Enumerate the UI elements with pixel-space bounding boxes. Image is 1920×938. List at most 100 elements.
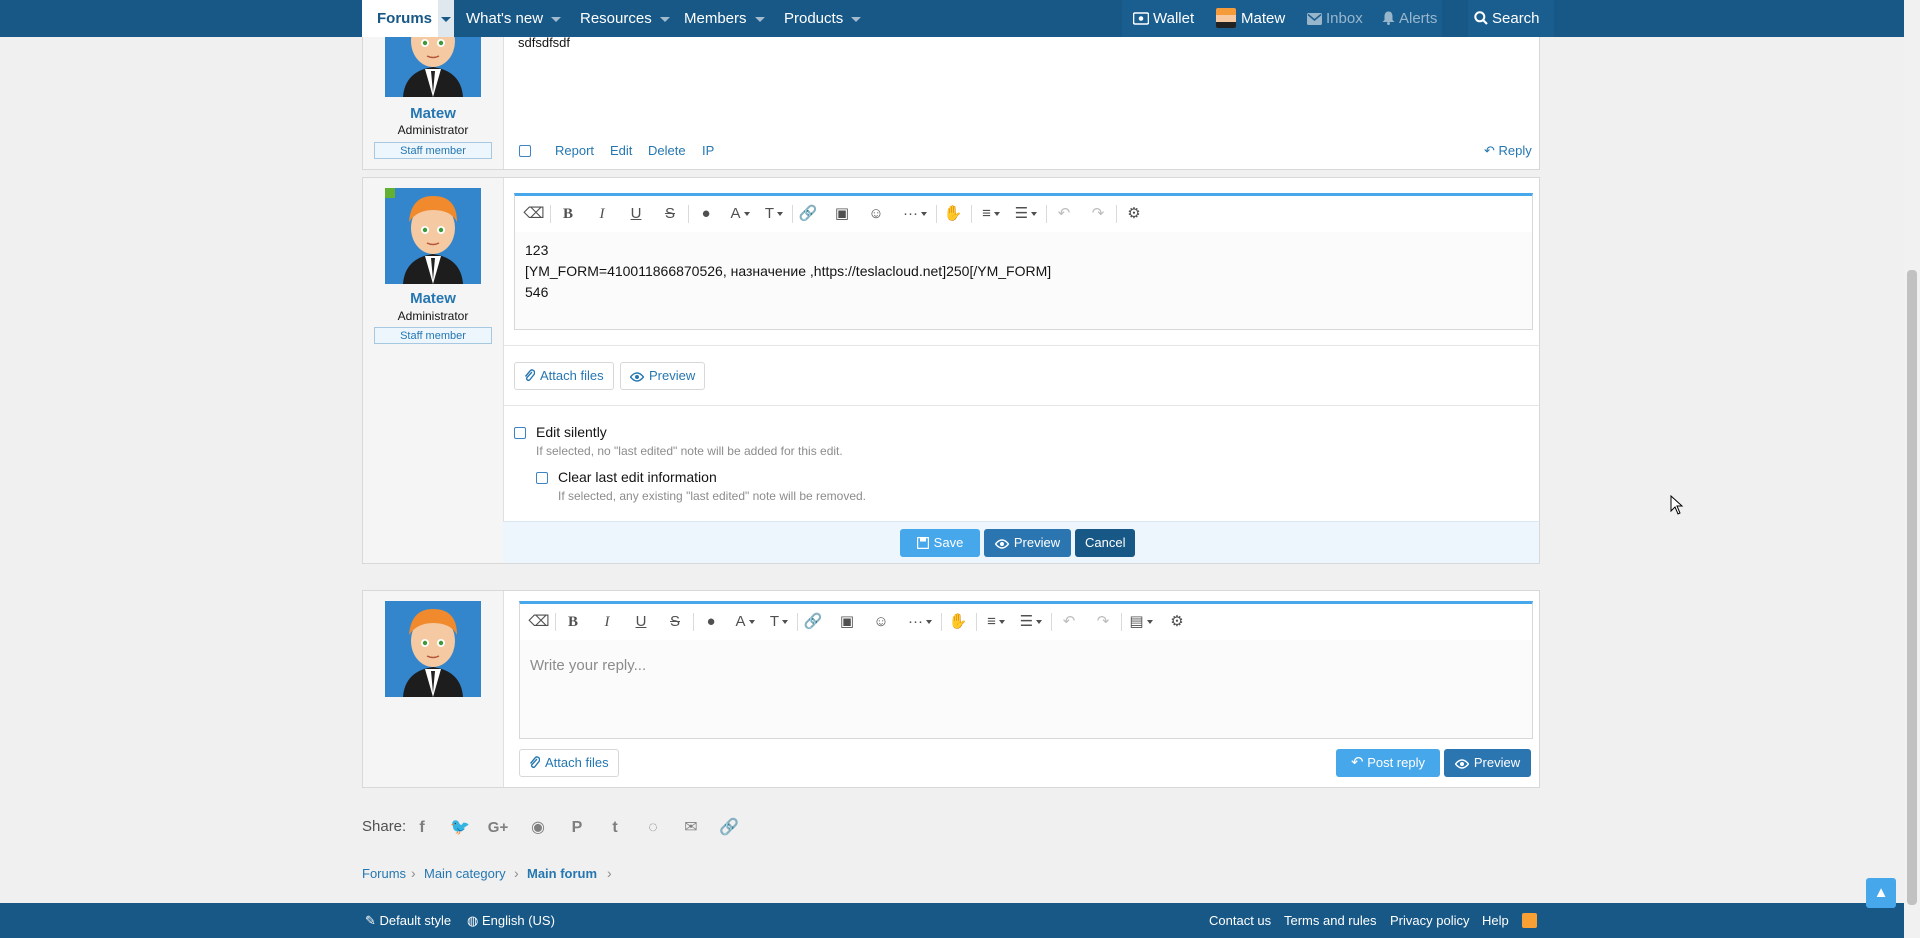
reply-link[interactable]: ↶ Reply: [1484, 143, 1532, 159]
terms-link[interactable]: Terms and rules: [1284, 903, 1376, 938]
ip-link[interactable]: IP: [702, 143, 714, 158]
tab-resources[interactable]: Resources: [580, 0, 670, 37]
delete-link[interactable]: Delete: [648, 143, 686, 158]
drafts-icon[interactable]: ▤: [1124, 604, 1158, 640]
language-chooser[interactable]: ◍ English (US): [467, 903, 555, 938]
clear-formatting-icon[interactable]: ⌫: [519, 196, 549, 232]
alerts-link[interactable]: Alerts: [1382, 0, 1437, 37]
font-size-icon[interactable]: T: [764, 604, 794, 640]
contact-us-link[interactable]: Contact us: [1209, 903, 1271, 938]
edit-editor: ⌫ B I U S ● A T 🔗 ▣ ☺ ··· ✋ ≡ ☰ ↶ ↷ ⚙ 12…: [514, 193, 1533, 330]
username[interactable]: Matew: [363, 290, 503, 307]
attach-files-button[interactable]: Attach files: [519, 749, 619, 777]
link-icon[interactable]: 🔗: [798, 604, 828, 640]
underline-icon[interactable]: U: [621, 196, 651, 232]
image-icon[interactable]: ▣: [827, 196, 857, 232]
redo-icon[interactable]: ↷: [1088, 604, 1118, 640]
clear-edit-checkbox[interactable]: [536, 472, 548, 484]
bold-icon[interactable]: B: [558, 604, 588, 640]
emoji-icon[interactable]: ☺: [861, 196, 891, 232]
strikethrough-icon[interactable]: S: [660, 604, 690, 640]
undo-icon[interactable]: ↶: [1049, 196, 1079, 232]
email-icon[interactable]: ✉: [679, 816, 703, 840]
privacy-link[interactable]: Privacy policy: [1390, 903, 1469, 938]
search-link[interactable]: Search: [1468, 0, 1554, 37]
inbox-link[interactable]: Inbox: [1307, 0, 1363, 37]
scrollbar-thumb[interactable]: [1907, 270, 1917, 905]
forums-menu-toggle[interactable]: [438, 0, 455, 37]
breadcrumb-main-forum[interactable]: Main forum: [527, 866, 597, 881]
attach-files-button[interactable]: Attach files: [514, 362, 614, 390]
list-icon[interactable]: ☰: [1014, 604, 1048, 640]
payment-icon[interactable]: ✋: [938, 196, 968, 232]
italic-icon[interactable]: I: [587, 196, 617, 232]
report-link[interactable]: Report: [555, 143, 594, 158]
tab-forums[interactable]: Forums: [362, 0, 455, 37]
tab-products[interactable]: Products: [784, 0, 862, 37]
image-icon[interactable]: ▣: [832, 604, 862, 640]
edit-link[interactable]: Edit: [610, 143, 632, 158]
pinterest-icon[interactable]: P: [565, 816, 589, 840]
preview-toggle-button[interactable]: Preview: [620, 362, 706, 390]
tab-whats-new[interactable]: What's new: [466, 0, 562, 37]
emoji-icon[interactable]: ☺: [866, 604, 896, 640]
twitter-icon[interactable]: 🐦: [448, 816, 472, 840]
bold-icon[interactable]: B: [553, 196, 583, 232]
breadcrumb-forums[interactable]: Forums: [362, 866, 406, 881]
wallet-link[interactable]: Wallet: [1132, 0, 1194, 37]
scrollbar[interactable]: [1904, 0, 1920, 938]
more-icon[interactable]: ···: [897, 196, 933, 232]
clear-edit-label[interactable]: Clear last edit information: [558, 469, 717, 485]
tumblr-icon[interactable]: t: [603, 816, 627, 840]
post-reply-button[interactable]: ↶ Post reply: [1336, 749, 1440, 777]
undo-icon[interactable]: ↶: [1054, 604, 1084, 640]
italic-icon[interactable]: I: [592, 604, 622, 640]
text-color-icon[interactable]: ●: [696, 604, 726, 640]
help-link[interactable]: Help: [1482, 903, 1509, 938]
strikethrough-icon[interactable]: S: [655, 196, 685, 232]
preview-button[interactable]: Preview: [1444, 749, 1531, 777]
font-size-icon[interactable]: T: [759, 196, 789, 232]
tab-members[interactable]: Members: [684, 0, 765, 37]
more-icon[interactable]: ···: [902, 604, 938, 640]
list-icon[interactable]: ☰: [1009, 196, 1043, 232]
avatar[interactable]: [385, 188, 481, 284]
align-icon[interactable]: ≡: [974, 196, 1008, 232]
underline-icon[interactable]: U: [626, 604, 656, 640]
select-post-checkbox[interactable]: [519, 145, 531, 157]
cancel-button[interactable]: Cancel: [1075, 529, 1135, 557]
edit-silently-label[interactable]: Edit silently: [536, 424, 607, 440]
gear-icon[interactable]: ⚙: [1119, 196, 1149, 232]
reply-textarea[interactable]: Write your reply...: [520, 640, 1532, 738]
payment-icon[interactable]: ✋: [943, 604, 973, 640]
style-label: Default style: [379, 913, 452, 928]
clear-formatting-icon[interactable]: ⌫: [524, 604, 554, 640]
scroll-to-top-button[interactable]: ▲: [1866, 878, 1896, 908]
font-family-icon[interactable]: A: [730, 604, 760, 640]
rss-icon[interactable]: [1522, 913, 1537, 928]
text-color-icon[interactable]: ●: [691, 196, 721, 232]
wallet-icon: [1132, 12, 1150, 25]
save-button[interactable]: Save: [900, 529, 980, 557]
google-plus-icon[interactable]: G+: [486, 816, 510, 840]
edit-silently-checkbox[interactable]: [514, 427, 526, 439]
reddit-icon[interactable]: ◉: [526, 816, 550, 840]
font-family-icon[interactable]: A: [725, 196, 755, 232]
preview-button[interactable]: Preview: [984, 529, 1071, 557]
link-icon[interactable]: 🔗: [717, 816, 741, 840]
edit-textarea[interactable]: 123 [YM_FORM=410011866870526, назначение…: [515, 232, 1532, 329]
whatsapp-icon[interactable]: ◌: [641, 816, 665, 840]
breadcrumb-separator: ›: [607, 865, 612, 881]
redo-icon[interactable]: ↷: [1083, 196, 1113, 232]
breadcrumb-main-category[interactable]: Main category: [424, 866, 506, 881]
account-link[interactable]: Matew: [1216, 0, 1285, 37]
align-icon[interactable]: ≡: [979, 604, 1013, 640]
avatar[interactable]: [385, 601, 481, 697]
user-title: Administrator: [397, 309, 469, 323]
gear-icon[interactable]: ⚙: [1162, 604, 1192, 640]
link-icon[interactable]: 🔗: [793, 196, 823, 232]
facebook-icon[interactable]: f: [410, 816, 434, 840]
tab-products-label: Products: [784, 10, 844, 27]
style-chooser[interactable]: ✎ Default style: [365, 903, 451, 938]
username[interactable]: Matew: [363, 105, 503, 122]
